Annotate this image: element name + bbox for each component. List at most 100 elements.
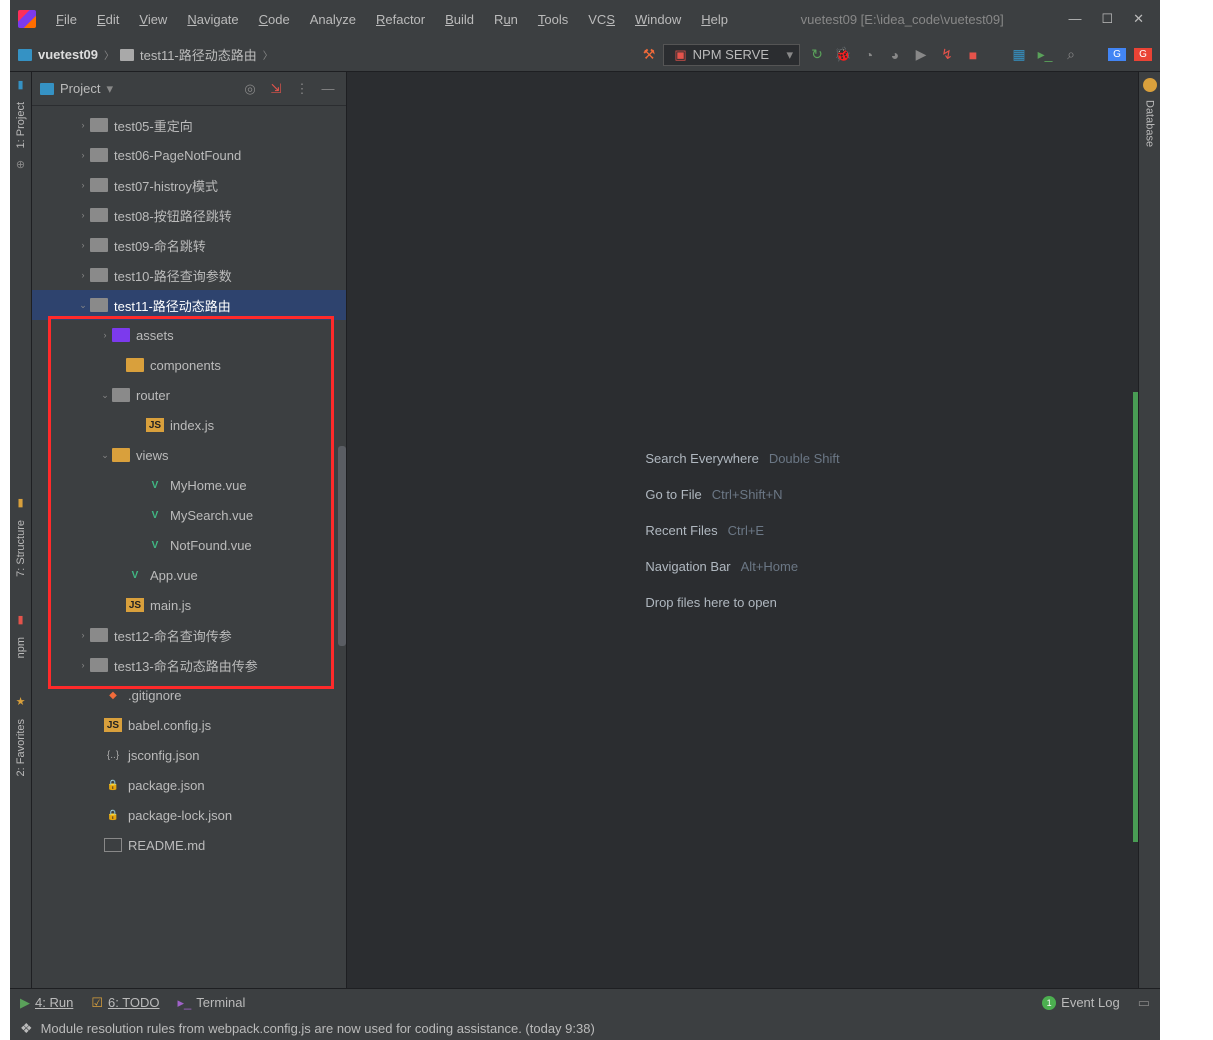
breadcrumb-root[interactable]: vuetest09: [38, 47, 98, 62]
tree-node-components[interactable]: components: [32, 350, 346, 380]
tree-node-test10-路径查询参数[interactable]: ›test10-路径查询参数: [32, 260, 346, 290]
chevron-right-icon[interactable]: ›: [76, 630, 90, 640]
tree-node-babel.config.js[interactable]: JSbabel.config.js: [32, 710, 346, 740]
project-sidebar: Project ▾ ◎ ⇲ ⋮ — ›test05-重定向›test06-Pag…: [32, 72, 347, 988]
event-log-icon[interactable]: ▭: [1138, 995, 1150, 1011]
tree-node-test09-命名跳转[interactable]: ›test09-命名跳转: [32, 230, 346, 260]
project-rail-icon[interactable]: ▮: [14, 78, 28, 92]
tree-label: test11-路径动态路由: [114, 296, 231, 315]
run-tool[interactable]: ▶4: Run: [20, 995, 73, 1011]
hide-icon[interactable]: —: [318, 81, 338, 96]
tree-node-NotFound.vue[interactable]: VNotFound.vue: [32, 530, 346, 560]
rail-database[interactable]: Database: [1144, 96, 1156, 151]
minimize-icon[interactable]: —: [1068, 11, 1081, 27]
breadcrumb-sub[interactable]: test11-路径动态路由: [140, 45, 257, 64]
chevron-down-icon[interactable]: ⌄: [76, 300, 90, 311]
tree-node-test07-histroy模式[interactable]: ›test07-histroy模式: [32, 170, 346, 200]
todo-tool[interactable]: ☑6: TODO: [91, 995, 159, 1011]
run-icon[interactable]: ▶: [912, 46, 930, 63]
database-icon[interactable]: [1143, 78, 1157, 92]
coverage-icon[interactable]: ◔: [860, 47, 878, 63]
tree-node-jsconfig.json[interactable]: {..}jsconfig.json: [32, 740, 346, 770]
menu-window[interactable]: Window: [627, 8, 689, 31]
menu-navigate[interactable]: Navigate: [179, 8, 246, 31]
menu-view[interactable]: View: [131, 8, 175, 31]
reload-icon[interactable]: ↻: [808, 46, 826, 63]
close-icon[interactable]: ✕: [1133, 11, 1144, 27]
welcome-shortcut: Double Shift: [769, 451, 840, 466]
tree-node-test13-命名动态路由传参[interactable]: › test13-命名动态路由传参: [32, 650, 346, 680]
chevron-down-icon[interactable]: ⌄: [98, 390, 112, 401]
chevron-right-icon[interactable]: ›: [76, 150, 90, 160]
tree-node-README.md[interactable]: README.md: [32, 830, 346, 860]
npm-rail-icon[interactable]: ▮: [14, 613, 28, 627]
maximize-icon[interactable]: ☐: [1101, 11, 1113, 27]
project-tree[interactable]: ›test05-重定向›test06-PageNotFound›test07-h…: [32, 106, 346, 988]
tree-node-test08-按钮路径跳转[interactable]: ›test08-按钮路径跳转: [32, 200, 346, 230]
chevron-down-icon[interactable]: ⌄: [98, 450, 112, 461]
rail-npm[interactable]: npm: [15, 633, 27, 662]
menu-edit[interactable]: Edit: [89, 8, 127, 31]
menu-refactor[interactable]: Refactor: [368, 8, 433, 31]
rail-structure[interactable]: 7: Structure: [15, 516, 27, 581]
run-config-dropdown[interactable]: ▣ NPM SERVE: [663, 44, 800, 66]
search-icon[interactable]: ⌕: [1062, 46, 1080, 63]
collapse-icon[interactable]: ⇲: [266, 81, 286, 97]
menu-build[interactable]: Build: [437, 8, 482, 31]
tree-node-MyHome.vue[interactable]: VMyHome.vue: [32, 470, 346, 500]
debug-icon[interactable]: 🐞: [834, 46, 852, 63]
stop-icon[interactable]: ■: [964, 47, 982, 63]
event-log[interactable]: 1Event Log: [1042, 995, 1120, 1010]
scrollbar-thumb[interactable]: [338, 446, 346, 646]
menu-file[interactable]: File: [48, 8, 85, 31]
tree-node-index.js[interactable]: JSindex.js: [32, 410, 346, 440]
terminal-icon[interactable]: ▸_: [1036, 46, 1054, 63]
menu-code[interactable]: Code: [251, 8, 298, 31]
chevron-right-icon[interactable]: ›: [76, 240, 90, 250]
grid-icon[interactable]: ▦: [1010, 46, 1028, 63]
tree-node-App.vue[interactable]: VApp.vue: [32, 560, 346, 590]
profile-icon[interactable]: ◕: [886, 47, 904, 63]
tree-node-test05-重定向[interactable]: ›test05-重定向: [32, 110, 346, 140]
build-icon[interactable]: ⚒: [643, 46, 656, 63]
tree-node-package-lock.json[interactable]: 🔒package-lock.json: [32, 800, 346, 830]
chevron-right-icon[interactable]: ›: [76, 660, 90, 670]
menu-help[interactable]: Help: [693, 8, 736, 31]
menu-tools[interactable]: Tools: [530, 8, 576, 31]
tree-label: router: [136, 388, 170, 403]
menu-analyze[interactable]: Analyze: [302, 8, 364, 31]
fav-rail-icon[interactable]: ★: [14, 695, 28, 709]
tree-node-package.json[interactable]: 🔒package.json: [32, 770, 346, 800]
menu-vcs[interactable]: VCS: [580, 8, 623, 31]
tree-node-assets[interactable]: ›assets: [32, 320, 346, 350]
chevron-right-icon[interactable]: ›: [76, 210, 90, 220]
tree-node-router[interactable]: ⌄ router: [32, 380, 346, 410]
rail-project[interactable]: 1: Project: [15, 98, 27, 152]
chevron-right-icon[interactable]: ›: [76, 180, 90, 190]
tree-node-.gitignore[interactable]: ◆.gitignore: [32, 680, 346, 710]
chevron-right-icon[interactable]: ›: [76, 270, 90, 280]
web-rail-icon[interactable]: ⊕: [14, 158, 28, 172]
chevron-down-icon[interactable]: ▾: [106, 81, 113, 97]
rail-favorites[interactable]: 2: Favorites: [15, 715, 27, 780]
translate-g2-icon[interactable]: G: [1134, 48, 1152, 61]
attach-icon[interactable]: ↯: [938, 46, 956, 63]
terminal-tool[interactable]: ▸_Terminal: [178, 995, 246, 1011]
tree-node-MySearch.vue[interactable]: VMySearch.vue: [32, 500, 346, 530]
tree-label: test13-命名动态路由传参: [114, 656, 258, 675]
layers-icon[interactable]: ❖: [20, 1020, 33, 1037]
tree-node-test06-PageNotFound[interactable]: ›test06-PageNotFound: [32, 140, 346, 170]
tree-node-main.js[interactable]: JSmain.js: [32, 590, 346, 620]
sidebar-title[interactable]: Project: [60, 81, 100, 96]
tree-node-test12-命名查询传参[interactable]: ›test12-命名查询传参: [32, 620, 346, 650]
settings-icon[interactable]: ⋮: [292, 81, 312, 97]
tree-node-views[interactable]: ⌄views: [32, 440, 346, 470]
structure-rail-icon[interactable]: ▮: [14, 496, 28, 510]
editor-area[interactable]: Search EverywhereDouble ShiftGo to FileC…: [347, 72, 1138, 988]
target-icon[interactable]: ◎: [240, 81, 260, 97]
translate-g-icon[interactable]: G: [1108, 48, 1126, 61]
chevron-right-icon[interactable]: ›: [76, 120, 90, 130]
chevron-right-icon[interactable]: ›: [98, 330, 112, 340]
tree-node-test11-路径动态路由[interactable]: ⌄ test11-路径动态路由: [32, 290, 346, 320]
menu-run[interactable]: Run: [486, 8, 526, 31]
